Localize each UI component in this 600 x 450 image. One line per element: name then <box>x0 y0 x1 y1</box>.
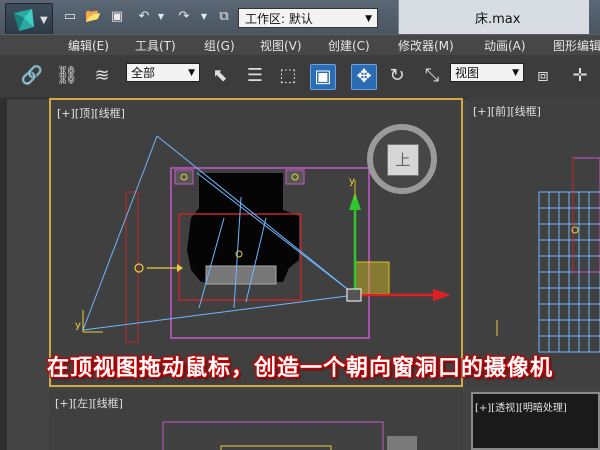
menu-edit[interactable]: 编辑(E) <box>68 37 109 54</box>
left-viewport-scene <box>162 421 417 450</box>
redo-dropdown-icon[interactable]: ▼ <box>196 9 212 25</box>
select-object-icon[interactable]: ⬉ <box>208 64 232 88</box>
viewport-label[interactable]: [+][透视][明暗处理] <box>475 399 567 414</box>
select-by-name-icon[interactable]: ☰ <box>243 64 267 88</box>
viewport-front[interactable]: [+][前][线框] <box>467 98 600 387</box>
select-and-rotate-icon[interactable]: ↻ <box>385 64 409 88</box>
axis-indicator-y: y <box>75 320 81 331</box>
selection-filter-value: 全部 <box>131 66 156 80</box>
menu-graph-editors[interactable]: 图形编辑器 <box>553 37 600 54</box>
tutorial-caption: 在顶视图拖动鼠标，创造一个朝向窗洞口的摄像机 <box>46 356 553 381</box>
workspace-dropdown[interactable]: 工作区: 默认 ▼ <box>238 8 378 28</box>
workspace-label: 工作区: 默认 <box>245 12 313 26</box>
save-icon[interactable]: ▣ <box>109 9 125 25</box>
menu-modifiers[interactable]: 修改器(M) <box>398 37 454 54</box>
rectangular-selection-icon[interactable]: ⬚ <box>276 64 300 88</box>
select-and-scale-icon[interactable]: ⤡ <box>420 64 444 88</box>
main-toolbar: 🔗 ⛓ ≋ 全部 ▼ ⬉ ☰ ⬚ ▣ ✥ ↻ ⤡ 视图 ▼ ⧈ ✛ <box>0 55 600 99</box>
undo-icon[interactable]: ↶ <box>136 9 152 25</box>
new-icon[interactable]: ▭ <box>62 9 78 25</box>
menu-create[interactable]: 创建(C) <box>328 37 370 54</box>
menu-group[interactable]: 组(G) <box>204 37 235 54</box>
viewcube[interactable]: 上 <box>367 124 437 194</box>
window-crossing-icon[interactable]: ▣ <box>310 64 336 90</box>
application-button[interactable]: ▼ <box>5 3 53 37</box>
viewport-top[interactable]: [+][顶][线框] y y 上 <box>49 98 463 387</box>
camera-target-marker <box>134 263 144 273</box>
title-bar: ▼ ▭ 📂 ▣ ↶ ▼ ↷ ▼ ⧉ 工作区: 默认 ▼ 床.max <box>0 0 600 37</box>
menu-views[interactable]: 视图(V) <box>260 37 302 54</box>
chevron-down-icon: ▼ <box>188 68 195 78</box>
corner-marker <box>174 169 194 185</box>
menu-bar: 编辑(E) 工具(T) 组(G) 视图(V) 创建(C) 修改器(M) 动画(A… <box>0 34 600 56</box>
select-and-link-icon[interactable]: 🔗 <box>20 64 44 88</box>
front-viewport-scene <box>496 157 600 353</box>
viewport-perspective[interactable]: [+][透视][明暗处理] <box>471 392 600 450</box>
viewport-left[interactable]: [+][左][线框] <box>49 390 463 450</box>
pillow-object <box>205 265 277 285</box>
select-and-move-icon[interactable]: ✥ <box>351 64 377 90</box>
unlink-icon[interactable]: ⛓ <box>55 64 79 88</box>
chevron-down-icon: ▼ <box>40 15 48 26</box>
menu-animation[interactable]: 动画(A) <box>484 37 526 54</box>
open-icon[interactable]: 📂 <box>85 9 101 25</box>
redo-icon[interactable]: ↷ <box>176 9 192 25</box>
camera-object <box>346 288 362 302</box>
manipulate-icon[interactable]: ✛ <box>568 64 592 88</box>
selection-filter-dropdown[interactable]: 全部 ▼ <box>126 63 200 82</box>
chevron-down-icon: ▼ <box>365 14 372 24</box>
wall-outline <box>125 191 139 343</box>
reference-coordinate-value: 视图 <box>455 66 480 80</box>
document-title: 床.max <box>475 12 521 27</box>
document-title-tab: 床.max <box>398 0 589 34</box>
pivot-center-icon[interactable]: ⧈ <box>531 64 555 88</box>
corner-marker <box>285 169 305 185</box>
undo-dropdown-icon[interactable]: ▼ <box>153 9 169 25</box>
gizmo-y-label: y <box>349 176 355 187</box>
3dsmax-logo-icon <box>14 9 34 31</box>
left-edge-panel <box>0 98 7 450</box>
project-folder-icon[interactable]: ⧉ <box>216 9 232 25</box>
viewcube-face[interactable]: 上 <box>387 144 419 176</box>
chevron-down-icon: ▼ <box>512 68 519 78</box>
menu-tools[interactable]: 工具(T) <box>135 37 176 54</box>
reference-coordinate-dropdown[interactable]: 视图 ▼ <box>450 63 524 82</box>
bind-space-warp-icon[interactable]: ≋ <box>90 64 114 88</box>
